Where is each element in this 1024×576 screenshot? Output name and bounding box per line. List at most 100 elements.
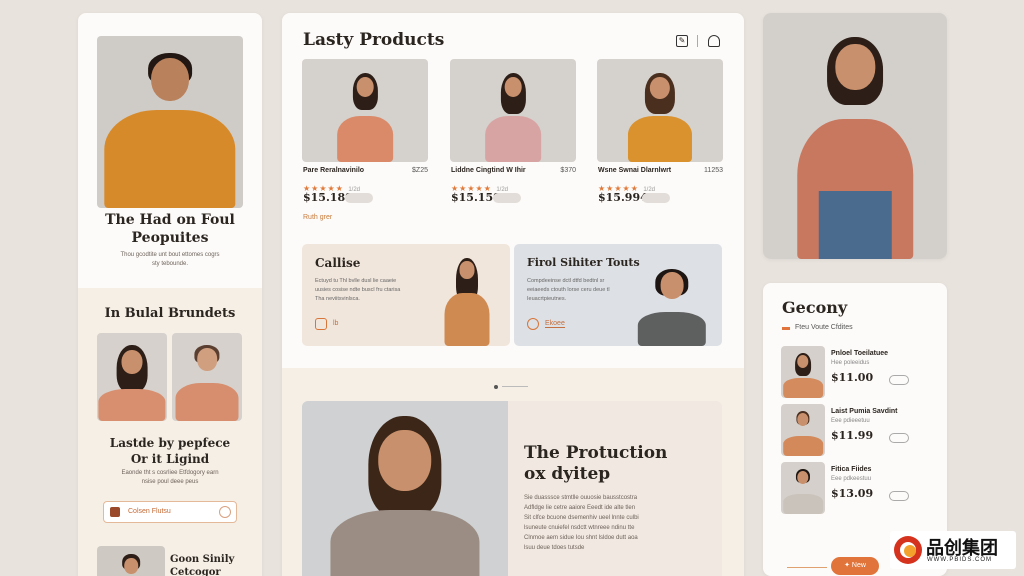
product-card-3[interactable]: Wsne Swnai Dlarnlwrt 11253 ★★★★★ 1/2d $1… [597, 59, 723, 219]
promo-2-title: Firol Sihiter Touts [527, 256, 640, 269]
left-grid-photo-1[interactable] [97, 333, 167, 421]
see-more-link[interactable]: Ruth grer [303, 214, 332, 221]
product-price-right-2: $370 [560, 167, 576, 174]
list-item-name: Fitica Fiides [831, 466, 872, 473]
colsen-flutsu-label: Colsen Flutsu [128, 508, 171, 515]
left-bottom-photo[interactable] [97, 546, 165, 576]
lastde-desc-line-2: nsise poul deee peus [141, 479, 199, 485]
header-divider [697, 35, 698, 47]
promo-1-desc-line-2: uusies cosise ndte buscl fru ctarisa [315, 287, 401, 293]
colsen-flutsu-button[interactable]: Colsen Flutsu [103, 501, 237, 523]
center-title: Lasty Products [303, 30, 445, 50]
product-price-right-1: $Z25 [412, 167, 428, 174]
list-item[interactable]: Laist Pumia Savdint Eee pdieeetuu $11.99 [781, 404, 931, 456]
product-person-2 [482, 69, 545, 162]
product-pill-2[interactable] [493, 193, 521, 203]
bottom-divider [787, 567, 827, 568]
list-item-toggle[interactable] [889, 375, 909, 385]
list-item-person [781, 409, 825, 456]
product-photo-3 [597, 59, 723, 162]
promo-1-desc-line-1: Ectuyd tu Thl bvlle dusl lie caaeie [315, 278, 397, 284]
left-bottom-person [97, 546, 165, 576]
list-item[interactable]: Pnloel Toeilatuee Hee poleeidus $11.00 [781, 346, 931, 398]
lastde-title-line-1: Lastde by pepfece [109, 436, 231, 450]
lastde-desc-line-1: Eaonde tht s cosrliee Etfdogory earn [121, 470, 219, 476]
product-name-2: Liddne Cingtind W Ihir [451, 167, 526, 174]
new-button-label: New [851, 562, 866, 569]
hero-photo[interactable] [97, 36, 243, 208]
list-item-toggle[interactable] [889, 491, 909, 501]
product-price-3: $15.994 [598, 191, 648, 204]
feature-desc-line: Clnmoe aem sidue Iou shnt lsldoe dutt ao… [524, 535, 638, 541]
product-pill-3[interactable] [642, 193, 670, 203]
product-photo-2 [450, 59, 576, 162]
list-item-person [781, 467, 825, 514]
right-photo-panel[interactable] [763, 13, 947, 259]
watermark-url: WWW.PBIDS.COM [927, 557, 992, 563]
list-item-sub: Eee pdkeestuu [831, 476, 872, 482]
feature-photo[interactable] [302, 401, 508, 576]
list-item-photo [781, 404, 825, 456]
feature-desc-line: lsuu deue tdoes tutsde [524, 545, 585, 551]
left-bottom-title-line-2: Cetcogor [170, 567, 221, 576]
hero-title: The Had on Foul Peopuites [78, 211, 262, 247]
left-bottom-title: Goon Sinily Cetcogor [170, 553, 234, 576]
feature-title-line-1: The Protuction [524, 443, 668, 463]
list-item-photo [781, 462, 825, 514]
product-card-1[interactable]: Pare Reralnavinilo $Z25 ★★★★★ 1/2d $15.1… [302, 59, 428, 219]
feature-title-line-2: ox dyitep [524, 464, 611, 484]
feature-person [323, 409, 488, 576]
list-item-toggle[interactable] [889, 433, 909, 443]
promo-card-2[interactable]: Firol Sihiter Touts Compdeeinse dctl dtf… [514, 244, 722, 346]
lastde-title-line-2: Or it Ligind [130, 452, 210, 466]
promo-2-cta[interactable]: Ekoee [545, 320, 565, 328]
hero-desc-line-2: sty tebounde. [151, 261, 189, 267]
watermark-logo: 品创集团 WWW.PBIDS.COM [890, 531, 1016, 569]
right-subtitle: Fteu Voute Cfdites [795, 324, 853, 331]
promo-1-desc-line-3: Tha neviitsvinlsca. [315, 296, 360, 302]
right-person [772, 33, 938, 259]
promo-1-desc: Ectuyd tu Thl bvlle dusl lie caaeie uusi… [315, 277, 415, 304]
carousel-dot-active[interactable] [494, 385, 498, 389]
list-item-person [781, 351, 825, 398]
list-item-name: Laist Pumia Savdint [831, 408, 898, 415]
product-person-3 [625, 69, 696, 162]
hero-desc-line-1: Thou gcodtite unt bout ettomes cogrs [120, 252, 220, 258]
product-person-1 [334, 69, 397, 162]
carousel-dots[interactable] [494, 385, 528, 389]
lastde-desc: Eaonde tht s cosrliee Etfdogory earn nsi… [96, 469, 244, 487]
list-item-sub: Eee pdieeetuu [831, 418, 870, 424]
hero-title-line-2: Peopuites [131, 230, 209, 246]
product-card-2[interactable]: Liddne Cingtind W Ihir $370 ★★★★★ 1/2d $… [450, 59, 576, 219]
promo-2-desc-line-3: Ieuacrtpieutnes. [527, 296, 567, 302]
promo-2-icon[interactable] [527, 318, 539, 330]
feature-desc-line: Sit clfce bcuone dsemenhiv ueel lnnte cu… [524, 515, 639, 521]
new-button[interactable]: ✦ New [831, 557, 879, 575]
promo-2-desc: Compdeeinse dctl dtfd bedtnl sr eeiaeeds… [527, 277, 637, 304]
subtitle-dash-icon [782, 327, 790, 330]
feature-title: The Protuction ox dyitep [524, 443, 667, 485]
feature-desc-line: lsuneute cnuiefel nsdctt wtnreee ndinu t… [524, 525, 635, 531]
list-item[interactable]: Fitica Fiides Eee pdkeestuu $13.09 [781, 462, 931, 514]
edit-icon[interactable]: ✎ [676, 35, 688, 47]
left-section-title: In Bulal Brundets [104, 306, 236, 321]
product-pill-1[interactable] [345, 193, 373, 203]
circle-icon [219, 506, 231, 518]
cart-icon[interactable] [708, 35, 720, 47]
promo-2-desc-line-2: eeiaeeds ctouth lorse ceru deue tl [527, 287, 610, 293]
product-name-3: Wsne Swnai Dlarnlwrt [598, 167, 672, 174]
promo-2-person [634, 266, 710, 346]
promo-1-person [442, 254, 492, 346]
left-panel: The Had on Foul Peopuites Thou gcodtite … [78, 13, 262, 576]
left-bottom-title-line-1: Goon Sinily [170, 554, 235, 565]
list-item-sub: Hee poleeidus [831, 360, 870, 366]
product-price-right-3: 11253 [704, 167, 723, 174]
promo-1-icon[interactable] [315, 318, 327, 330]
list-item-price: $13.09 [831, 487, 874, 500]
left-grid-photo-2[interactable] [172, 333, 242, 421]
list-item-name: Pnloel Toeilatuee [831, 350, 889, 357]
right-title: Gecony [782, 298, 848, 317]
hero-person-image [97, 50, 243, 208]
promo-1-cta[interactable]: lb [333, 320, 338, 327]
promo-card-1[interactable]: Callise Ectuyd tu Thl bvlle dusl lie caa… [302, 244, 510, 346]
